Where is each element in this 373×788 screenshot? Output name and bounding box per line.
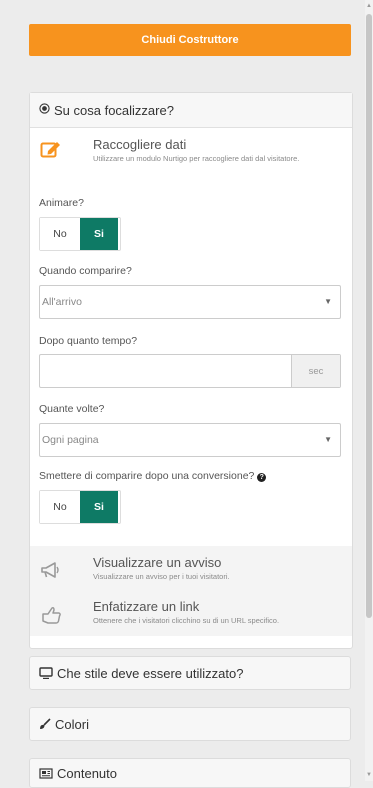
animate-label: Animare? (39, 197, 84, 209)
scroll-up-arrow-icon[interactable]: ▲ (366, 2, 372, 10)
seconds-addon: sec (291, 355, 340, 387)
how-many-value: Ogni pagina (42, 434, 99, 446)
when-appear-select[interactable]: All'arrivo ▼ (39, 285, 341, 319)
animate-toggle: No Si (39, 217, 121, 251)
option-show-notice[interactable]: Visualizzare un avviso Visualizzare un a… (30, 546, 352, 590)
option-notice-description: Visualizzare un avviso per i tuoi visita… (93, 572, 230, 581)
focus-panel-header[interactable]: Su cosa focalizzare? (30, 93, 352, 128)
stop-no-option[interactable]: No (40, 491, 80, 523)
after-time-field[interactable]: sec (39, 354, 341, 388)
caret-down-icon: ▼ (324, 297, 332, 306)
when-appear-value: All'arrivo (42, 296, 82, 308)
option-notice-title: Visualizzare un avviso (93, 555, 222, 570)
stop-after-conversion-label-row: Smettere di comparire dopo una conversio… (39, 470, 267, 482)
option-collect-data[interactable]: Raccogliere dati Utilizzare un modulo Nu… (30, 129, 352, 185)
content-panel-header[interactable]: Contenuto (29, 758, 351, 788)
vertical-scrollbar[interactable]: ▲ ▼ (365, 0, 373, 781)
megaphone-icon (39, 558, 63, 582)
option-collect-description: Utilizzare un modulo Nurtigo per raccogl… (93, 154, 300, 163)
how-many-label: Quante volte? (39, 403, 105, 415)
scrollbar-thumb[interactable] (366, 14, 372, 618)
colors-panel-title: Colori (55, 716, 89, 732)
after-time-label: Dopo quanto tempo? (39, 335, 138, 347)
animate-yes-option[interactable]: Si (80, 218, 118, 250)
style-panel-title: Che stile deve essere utilizzato? (57, 665, 244, 681)
stop-yes-option[interactable]: Si (80, 491, 118, 523)
edit-icon (39, 137, 63, 161)
question-icon[interactable]: ? (257, 473, 267, 482)
option-collect-title: Raccogliere dati (93, 137, 187, 152)
monitor-icon (39, 667, 53, 679)
close-builder-button[interactable]: Chiudi Costruttore (29, 24, 351, 56)
brush-icon (39, 718, 51, 730)
option-link-description: Ottenere che i visitatori clicchino su d… (93, 616, 280, 625)
when-appear-label: Quando comparire? (39, 265, 132, 277)
stop-after-conversion-toggle: No Si (39, 490, 121, 524)
stop-after-conversion-label: Smettere di comparire dopo una conversio… (39, 470, 255, 482)
option-emphasize-link[interactable]: Enfatizzare un link Ottenere che i visit… (30, 590, 352, 636)
target-icon (39, 103, 50, 117)
hand-pointer-icon (39, 603, 63, 627)
scroll-down-arrow-icon[interactable]: ▼ (366, 771, 372, 779)
newspaper-icon (39, 767, 53, 779)
how-many-select[interactable]: Ogni pagina ▼ (39, 423, 341, 457)
focus-panel: Su cosa focalizzare? Raccogliere dati Ut… (29, 92, 353, 649)
caret-down-icon: ▼ (324, 435, 332, 444)
animate-no-option[interactable]: No (40, 218, 80, 250)
content-panel-title: Contenuto (57, 765, 117, 781)
colors-panel-header[interactable]: Colori (29, 707, 351, 741)
option-link-title: Enfatizzare un link (93, 599, 200, 614)
focus-panel-title: Su cosa focalizzare? (54, 102, 174, 118)
style-panel-header[interactable]: Che stile deve essere utilizzato? (29, 656, 351, 690)
